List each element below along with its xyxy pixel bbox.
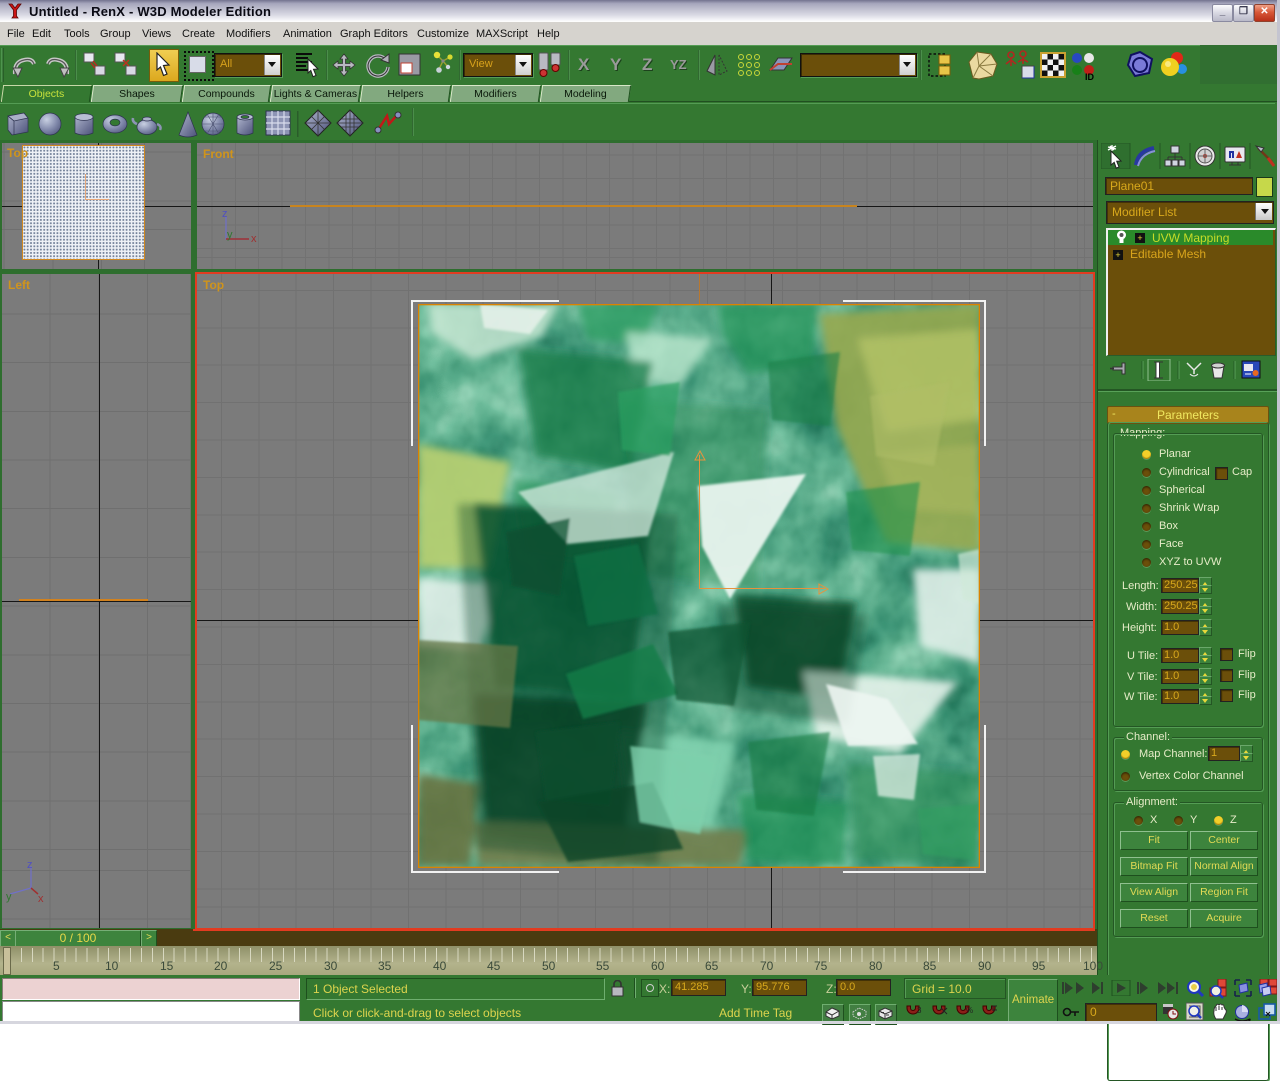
svg-text:3: 3 (917, 1006, 922, 1015)
svg-text:z: z (222, 209, 228, 220)
svg-text:%: % (966, 1006, 973, 1015)
svg-text:x: x (251, 233, 257, 245)
svg-text:z: z (27, 860, 33, 871)
svg-text:ID: ID (1085, 72, 1095, 81)
svg-text:x: x (38, 893, 44, 904)
svg-text:y: y (6, 891, 12, 903)
svg-text:y: y (227, 229, 233, 241)
